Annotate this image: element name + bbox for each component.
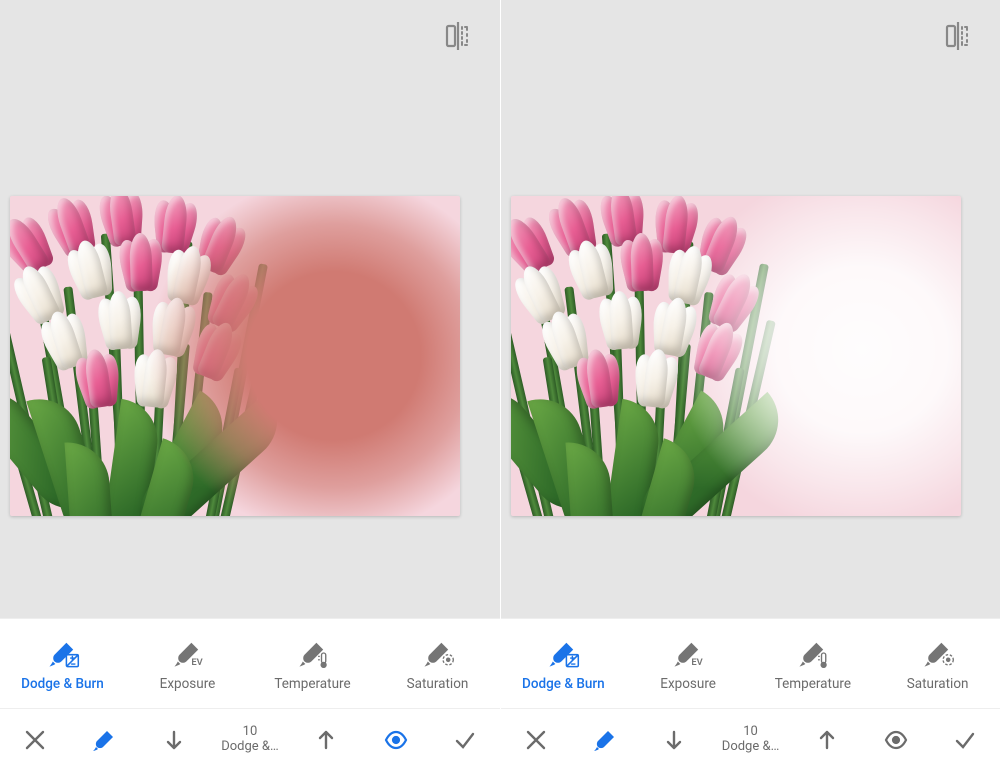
value-caption: Dodge &… (221, 740, 278, 754)
decrease-value-button[interactable] (640, 728, 709, 752)
canvas-area (501, 0, 1000, 618)
tool-selector-row: Dodge & Burn Exposure Temperature Satura… (501, 618, 1000, 708)
tool-saturation[interactable]: Saturation (375, 619, 500, 708)
tool-label: Temperature (274, 676, 350, 692)
tool-saturation[interactable]: Saturation (875, 619, 1000, 708)
action-bar: 10 Dodge &… (501, 708, 1000, 770)
confirm-button[interactable] (431, 728, 500, 752)
tool-label: Temperature (775, 676, 851, 692)
tool-label: Exposure (660, 676, 716, 692)
editor-panel-left: Dodge & Burn Exposure Temperature Satura… (0, 0, 500, 777)
close-button[interactable] (501, 728, 570, 752)
tool-exposure[interactable]: Exposure (125, 619, 250, 708)
compare-before-after-icon[interactable] (444, 22, 472, 50)
tool-dodge-and-burn[interactable]: Dodge & Burn (0, 619, 125, 708)
canvas-area (0, 0, 500, 618)
brush-tool-button[interactable] (69, 728, 138, 752)
value-caption: Dodge &… (722, 740, 779, 754)
image-canvas[interactable] (10, 196, 460, 516)
increase-value-button[interactable] (292, 728, 361, 752)
value-number: 10 (743, 725, 758, 739)
increase-value-button[interactable] (792, 728, 861, 752)
tool-label: Dodge & Burn (21, 676, 104, 692)
value-display[interactable]: 10 Dodge &… (208, 725, 291, 754)
action-bar: 10 Dodge &… (0, 708, 500, 770)
tool-label: Exposure (160, 676, 216, 692)
toggle-preview-button[interactable] (361, 728, 430, 752)
tool-temperature[interactable]: Temperature (751, 619, 876, 708)
photo-content-tulips (10, 196, 260, 516)
value-display[interactable]: 10 Dodge &… (709, 725, 792, 754)
brush-tool-button[interactable] (570, 728, 639, 752)
compare-before-after-icon[interactable] (944, 22, 972, 50)
value-number: 10 (243, 725, 258, 739)
toggle-preview-button[interactable] (861, 728, 930, 752)
confirm-button[interactable] (931, 728, 1000, 752)
photo-content-tulips (511, 196, 761, 516)
editor-panel-right: Dodge & Burn Exposure Temperature Satura… (500, 0, 1000, 777)
tool-label: Saturation (907, 676, 969, 692)
tool-label: Dodge & Burn (522, 676, 605, 692)
image-canvas[interactable] (511, 196, 961, 516)
tool-label: Saturation (407, 676, 469, 692)
tool-selector-row: Dodge & Burn Exposure Temperature Satura… (0, 618, 500, 708)
tool-exposure[interactable]: Exposure (626, 619, 751, 708)
close-button[interactable] (0, 728, 69, 752)
decrease-value-button[interactable] (139, 728, 208, 752)
tool-temperature[interactable]: Temperature (250, 619, 375, 708)
tool-dodge-and-burn[interactable]: Dodge & Burn (501, 619, 626, 708)
